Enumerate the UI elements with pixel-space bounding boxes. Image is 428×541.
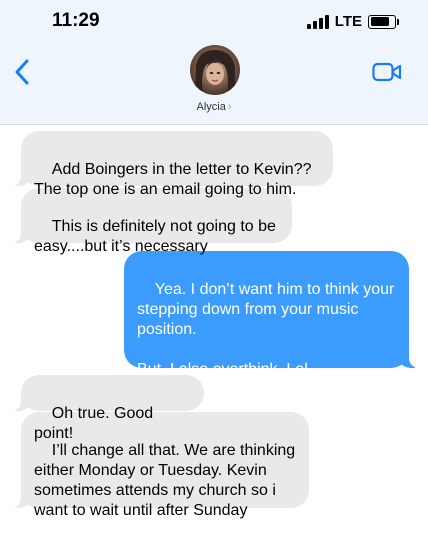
video-camera-icon <box>372 62 402 82</box>
contact-name-label: Alycia <box>196 101 226 113</box>
message-text: I’ll change all that. We are thinking ei… <box>34 442 296 519</box>
status-indicators: LTE <box>306 13 399 30</box>
message-text: This is definitely not going to be easy.… <box>34 218 276 255</box>
signal-icon <box>306 14 329 29</box>
contact-name[interactable]: Alycia › <box>0 101 428 113</box>
battery-level <box>370 17 389 26</box>
chevron-left-icon <box>15 59 29 85</box>
back-button[interactable] <box>14 58 30 91</box>
battery-icon <box>368 14 399 29</box>
status-time: 11:29 <box>52 10 100 31</box>
contact-avatar[interactable] <box>190 45 240 95</box>
message-bubble-incoming[interactable]: Add Boingers in the letter to Kevin?? Th… <box>9 131 333 198</box>
chevron-right-icon: › <box>227 101 232 113</box>
avatar-photo <box>190 45 240 95</box>
video-call-button[interactable] <box>372 62 402 87</box>
conversation-header: 11:29 LTE Alycia › <box>0 0 428 125</box>
message-text: Add Boingers in the letter to Kevin?? Th… <box>34 161 312 198</box>
message-text: Yea. I don’t want him to think your step… <box>137 281 395 378</box>
network-type: LTE <box>334 13 362 30</box>
message-bubble-incoming[interactable]: Oh true. Good point! <box>9 375 204 442</box>
message-bubble-outgoing[interactable]: Yea. I don’t want him to think your step… <box>124 251 421 378</box>
